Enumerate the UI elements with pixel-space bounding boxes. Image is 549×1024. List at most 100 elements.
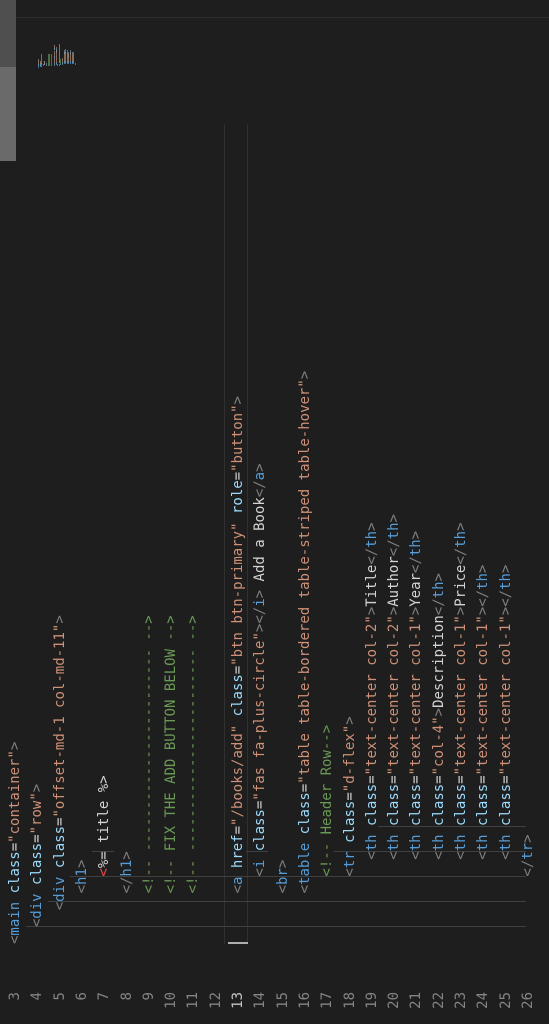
code-token: th [363, 834, 380, 852]
code-line: <i class="fas fa-plus-circle"></i> Add a… [249, 463, 271, 944]
code-line: <table class="table table-bordered table… [294, 371, 316, 944]
line-number: 6 [73, 992, 90, 1001]
code-token: Title [363, 564, 380, 607]
line-number: 19 [363, 992, 380, 1009]
code-token: < [386, 851, 403, 860]
minimap-token [41, 54, 43, 63]
code-token: < [274, 884, 291, 894]
line-number: 17 [319, 992, 336, 1009]
code-token: a [230, 876, 246, 885]
code-token: class [475, 783, 492, 826]
code-token: "text-center col-1" [497, 615, 514, 776]
minimap-divider [0, 17, 549, 18]
code-token: > [386, 514, 403, 523]
line-number-gutter[interactable]: 3 4 5 6 7 8 9 10 11 12 13 14 15 16 17 18 19 20 21 22 23 24 25 2… [0, 978, 549, 1024]
line-number: 16 [296, 992, 313, 1009]
code-token: < [7, 935, 23, 944]
line-number: 22 [430, 992, 447, 1009]
code-token: th [363, 530, 380, 548]
code-token: > [118, 851, 135, 860]
code-token: > [252, 589, 269, 599]
line-number: 21 [408, 992, 425, 1009]
line-number: 5 [51, 992, 68, 1001]
horizontal-scrollbar[interactable] [0, 0, 16, 161]
minimap-token [55, 47, 57, 49]
code-token: "btn btn-primary" [230, 522, 246, 666]
code-line: <h1> [71, 860, 93, 944]
code-token: </ [453, 547, 469, 565]
code-token: = [386, 775, 403, 784]
code-token: "table table-bordered table-striped tabl… [296, 379, 313, 784]
code-token: </ [363, 547, 380, 565]
code-token: = [51, 817, 68, 826]
code-token: th [475, 573, 492, 590]
code-token: < [430, 851, 447, 860]
code-token: = [230, 665, 246, 675]
code-token: < [475, 851, 492, 860]
code-token: = [363, 775, 380, 784]
code-area[interactable]: <main class="container"> <div class="row… [0, 64, 549, 944]
code-token: > [408, 606, 425, 616]
code-token: > [7, 741, 23, 751]
code-token: ></ [497, 589, 514, 616]
code-token: > [29, 783, 46, 793]
code-line: <a href="/books/add" class="btn btn-prim… [227, 396, 249, 944]
code-token: th [386, 834, 403, 852]
code-token: > [497, 564, 514, 574]
code-token: Author [386, 556, 403, 607]
code-token: = [408, 775, 425, 784]
code-line: <th class="col-4">Description</th> [428, 573, 450, 944]
code-token: < [341, 868, 358, 877]
code-token: = [497, 775, 514, 784]
code-token: "d-flex" [341, 724, 358, 793]
line-number: 10 [163, 992, 180, 1009]
code-token: > [453, 522, 469, 531]
code-line: <!-- ------------------------ --> [138, 615, 160, 944]
code-token: class [453, 783, 469, 826]
minimap-token [54, 44, 55, 46]
code-token: <!-- ------------------------ --> [140, 615, 157, 894]
code-token: > [453, 606, 469, 616]
code-token: < [29, 918, 46, 928]
scrollbar-thumb[interactable] [0, 67, 16, 161]
code-token: < [296, 884, 313, 894]
code-token: < [363, 851, 380, 860]
code-line: <th class="text-center col-2">Title</th> [361, 522, 383, 944]
code-token: = [475, 775, 492, 784]
code-line: <!-- Header Row--> [316, 725, 338, 944]
editor-view[interactable]: 3 4 5 6 7 8 9 10 11 12 13 14 15 16 17 18 19 20 21 22 23 24 25 2… [0, 0, 549, 1024]
code-token: class [51, 825, 68, 869]
code-token: tr [519, 842, 536, 860]
line-number: 12 [207, 992, 224, 1009]
code-token: th [453, 834, 469, 852]
minimap-token [55, 49, 57, 54]
code-token: div [51, 876, 68, 902]
code-token: > [475, 564, 492, 574]
line-number: 9 [140, 992, 157, 1001]
minimap-token [41, 53, 43, 55]
minimap-token [58, 43, 60, 45]
code-token: div [29, 893, 46, 919]
minimap-token [73, 51, 75, 53]
code-token: "text-center col-1" [453, 615, 469, 776]
minimap-token [73, 54, 75, 61]
code-token: < [453, 851, 469, 860]
line-number: 24 [475, 992, 492, 1009]
code-token: > [386, 606, 403, 616]
code-line: </tr> [517, 834, 539, 944]
code-token: br [274, 868, 291, 885]
code-token: "fas fa-plus-circle" [252, 632, 269, 801]
minimap-token [50, 54, 52, 66]
code-token: = [453, 775, 469, 784]
